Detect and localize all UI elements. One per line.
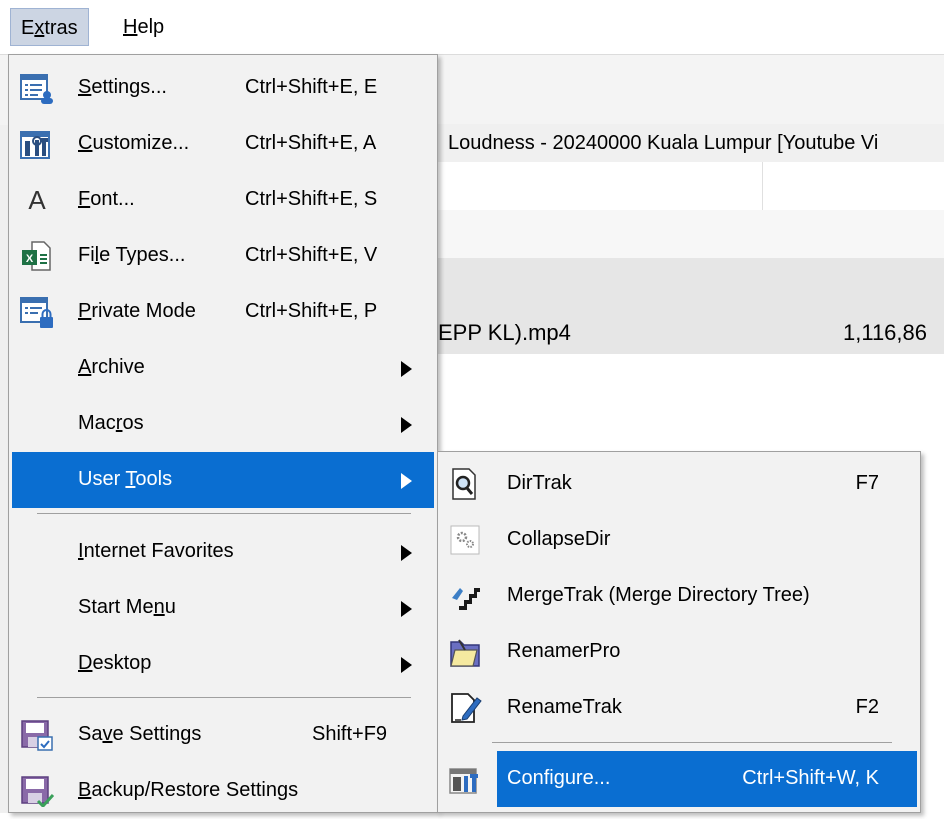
user-tools-submenu: DirTrak F7 CollapseDir MergeTrak (Merge … — [437, 451, 921, 813]
submenu-arrow-icon — [401, 361, 412, 377]
menu-item-desktop[interactable]: Desktop — [12, 636, 434, 692]
svg-text:X: X — [26, 253, 34, 265]
extras-menu: Settings... Ctrl+Shift+E, E Customize...… — [8, 54, 438, 813]
menu-item-customize-shortcut: Ctrl+Shift+E, A — [245, 132, 377, 154]
menu-item-collapsedir[interactable]: CollapseDir — [441, 512, 917, 568]
submenu-arrow-icon — [401, 417, 412, 433]
menu-item-renamerpro-label: RenamerPro — [507, 640, 621, 662]
menu-item-archive[interactable]: Archive — [12, 340, 434, 396]
menu-item-user-tools[interactable]: User Tools — [12, 452, 434, 508]
menu-item-customize-label: Customize... — [78, 132, 190, 154]
renametrak-pen-icon — [451, 693, 482, 723]
menu-separator — [37, 513, 411, 514]
menu-item-private-mode-label: Private Mode — [78, 300, 196, 322]
background-tab-title: Loudness - 20240000 Kuala Lumpur [Youtub… — [448, 132, 879, 154]
mergetrak-stairs-icon — [452, 588, 480, 610]
menu-item-file-types[interactable]: X File Types... Ctrl+Shift+E, V — [12, 228, 434, 284]
background-file-size: 1,116,86 — [843, 320, 928, 345]
menu-item-dirtrak-label: DirTrak — [507, 472, 572, 494]
background-column-header — [438, 162, 944, 210]
background-file-row[interactable]: EPP KL).mp4 1,116,86 — [438, 258, 944, 354]
collapsedir-gears-icon — [450, 525, 480, 555]
save-settings-icon — [21, 720, 53, 751]
background-left-edge — [0, 54, 8, 813]
menu-item-internet-favorites[interactable]: Internet Favorites — [12, 524, 434, 580]
menu-item-font-label: Font... — [78, 188, 135, 210]
menu-item-file-types-label: File Types... — [78, 244, 186, 266]
submenu-arrow-icon — [401, 601, 412, 617]
menu-item-customize[interactable]: Customize... Ctrl+Shift+E, A — [12, 116, 434, 172]
menu-item-archive-label: Archive — [78, 356, 145, 378]
menu-item-desktop-label: Desktop — [78, 652, 152, 674]
menu-item-internet-favorites-label: Internet Favorites — [78, 540, 234, 562]
menubar-help[interactable]: Help — [113, 8, 174, 46]
menu-item-backup-restore-label: Backup/Restore Settings — [78, 779, 299, 801]
customize-tools-icon — [20, 131, 50, 159]
menu-item-user-tools-label: User Tools — [78, 468, 173, 490]
backup-restore-icon — [21, 776, 54, 807]
submenu-arrow-icon — [401, 473, 412, 489]
menu-item-configure[interactable]: Configure... Ctrl+Shift+W, K — [441, 751, 917, 807]
menu-item-macros-label: Macros — [78, 412, 144, 434]
menu-item-settings[interactable]: Settings... Ctrl+Shift+E, E — [12, 60, 434, 116]
configure-tools-icon — [449, 768, 478, 794]
background-tab-header[interactable]: Loudness - 20240000 Kuala Lumpur [Youtub… — [438, 124, 944, 163]
font-letter-icon: A — [28, 185, 46, 215]
menu-item-start-menu-label: Start Menu — [78, 596, 176, 618]
menu-item-save-settings-shortcut: Shift+F9 — [312, 723, 388, 745]
menu-item-font[interactable]: A Font... Ctrl+Shift+E, S — [12, 172, 434, 228]
menu-item-dirtrak-shortcut: F7 — [855, 472, 879, 494]
menu-item-renamerpro[interactable]: RenamerPro — [441, 624, 917, 680]
private-lock-icon — [20, 297, 53, 328]
menu-item-private-mode[interactable]: Private Mode Ctrl+Shift+E, P — [12, 284, 434, 340]
menu-item-save-settings[interactable]: Save Settings Shift+F9 — [12, 707, 434, 763]
menu-item-renametrak-shortcut: F2 — [855, 696, 879, 718]
submenu-arrow-icon — [401, 657, 412, 673]
menu-item-file-types-shortcut: Ctrl+Shift+E, V — [245, 244, 378, 266]
menu-item-mergetrak[interactable]: MergeTrak (Merge Directory Tree) — [441, 568, 917, 624]
menu-item-private-mode-shortcut: Ctrl+Shift+E, P — [245, 300, 378, 322]
menu-item-collapsedir-label: CollapseDir — [507, 528, 611, 550]
menu-item-configure-label: Configure... — [507, 767, 611, 789]
menu-bar: Extras Help — [0, 0, 944, 54]
menu-item-mergetrak-label: MergeTrak (Merge Directory Tree) — [507, 584, 810, 606]
menu-item-settings-shortcut: Ctrl+Shift+E, E — [245, 76, 378, 98]
menu-item-configure-shortcut: Ctrl+Shift+W, K — [742, 767, 879, 789]
menu-item-font-shortcut: Ctrl+Shift+E, S — [245, 188, 378, 210]
menu-item-macros[interactable]: Macros — [12, 396, 434, 452]
background-column-separator[interactable] — [762, 162, 763, 210]
menu-item-save-settings-label: Save Settings — [78, 723, 202, 745]
menu-item-renametrak[interactable]: RenameTrak F2 — [441, 680, 917, 736]
menubar-extras[interactable]: Extras — [10, 8, 89, 46]
menu-item-start-menu[interactable]: Start Menu — [12, 580, 434, 636]
menu-separator — [37, 697, 411, 698]
menu-item-settings-label: Settings... — [78, 76, 167, 98]
dirtrak-magnifier-icon — [452, 468, 476, 500]
menu-separator — [492, 742, 892, 743]
menu-item-backup-restore[interactable]: Backup/Restore Settings — [12, 763, 434, 819]
menu-item-renametrak-label: RenameTrak — [507, 696, 622, 718]
settings-list-icon — [20, 74, 53, 104]
excel-file-icon: X — [22, 241, 51, 271]
background-file-name: EPP KL).mp4 — [438, 320, 571, 345]
menu-item-dirtrak[interactable]: DirTrak F7 — [441, 456, 917, 512]
submenu-arrow-icon — [401, 545, 412, 561]
renamerpro-folder-icon — [450, 639, 480, 667]
background-row-empty — [438, 210, 944, 258]
